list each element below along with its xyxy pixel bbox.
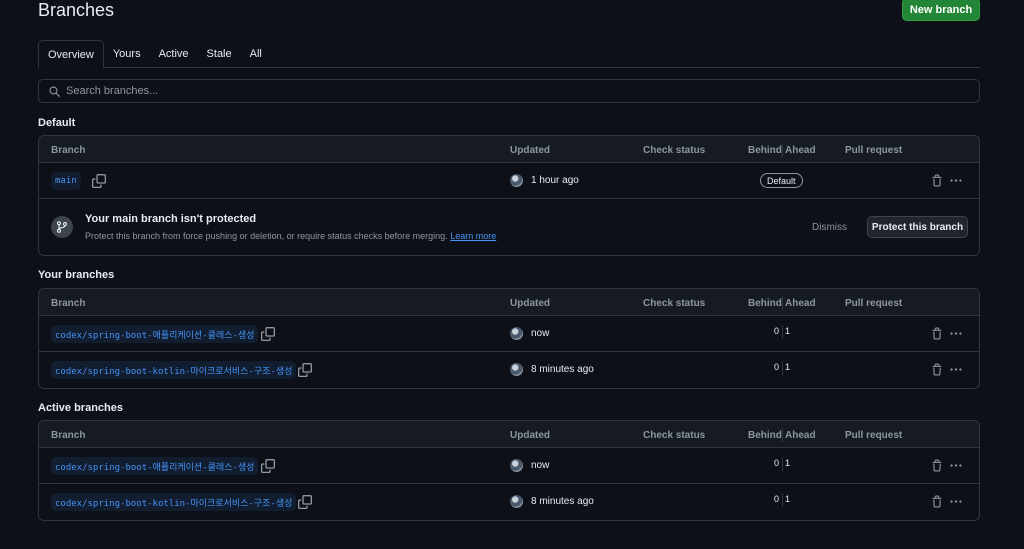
updated-time: now (531, 328, 550, 339)
ahead-behind-divider (782, 325, 783, 339)
col-ahead: Ahead (785, 298, 816, 309)
trash-icon[interactable] (931, 327, 943, 340)
col-check-status: Check status (643, 145, 706, 156)
col-check-status: Check status (643, 298, 706, 309)
tab-all[interactable]: All (241, 40, 271, 68)
active-branches-table: Branch Updated Check status Behind Ahead… (38, 420, 980, 521)
col-behind: Behind (748, 145, 782, 156)
col-pull-request: Pull request (845, 145, 903, 156)
col-updated: Updated (510, 430, 550, 441)
col-behind: Behind (748, 298, 782, 309)
branch-link[interactable]: main (51, 172, 81, 190)
ahead-count: 1 (785, 362, 791, 372)
col-behind: Behind (748, 430, 782, 441)
search-icon (49, 85, 60, 97)
git-branch-icon (51, 216, 73, 238)
protection-description: Protect this branch from force pushing o… (85, 231, 496, 241)
tab-overview[interactable]: Overview (38, 40, 104, 69)
avatar[interactable] (510, 174, 523, 187)
table-row: codex/spring-boot-kotlin-마이크로서비스-구조-생성 8… (39, 352, 979, 388)
protection-banner: Your main branch isn't protected Protect… (39, 199, 979, 255)
table-header: Branch Updated Check status Behind Ahead… (39, 289, 979, 316)
branch-link[interactable]: codex/spring-boot-애플리케이션-클래스-생성 (51, 325, 259, 343)
search-box[interactable] (38, 79, 980, 103)
branch-tabs: Overview Yours Active Stale All (38, 40, 980, 69)
branch-link[interactable]: codex/spring-boot-애플리케이션-클래스-생성 (51, 457, 259, 475)
more-options-icon[interactable] (949, 363, 963, 376)
table-header: Branch Updated Check status Behind Ahead… (39, 136, 979, 163)
trash-icon[interactable] (931, 363, 943, 376)
new-branch-button[interactable]: New branch (902, 0, 980, 21)
col-check-status: Check status (643, 430, 706, 441)
col-updated: Updated (510, 145, 550, 156)
more-options-icon[interactable] (949, 174, 963, 187)
page-title: Branches (38, 0, 115, 20)
copy-icon[interactable] (92, 174, 106, 188)
behind-count: 0 (773, 494, 779, 504)
ahead-count: 1 (785, 494, 791, 504)
table-row: codex/spring-boot-애플리케이션-클래스-생성 now 0 1 (39, 316, 979, 352)
protection-title: Your main branch isn't protected (85, 213, 257, 225)
more-options-icon[interactable] (949, 327, 963, 340)
tab-stale[interactable]: Stale (198, 40, 241, 68)
table-row: main 1 hour ago Default (39, 163, 979, 199)
default-branch-table: Branch Updated Check status Behind Ahead… (38, 135, 980, 256)
col-pull-request: Pull request (845, 430, 903, 441)
copy-icon[interactable] (298, 363, 312, 377)
more-options-icon[interactable] (949, 495, 963, 508)
search-input[interactable] (66, 85, 866, 97)
ahead-behind-divider (782, 493, 783, 507)
behind-count: 0 (773, 326, 779, 336)
col-divider (782, 428, 783, 442)
col-branch: Branch (51, 145, 86, 156)
branch-link[interactable]: codex/spring-boot-kotlin-마이크로서비스-구조-생성 (51, 493, 297, 511)
trash-icon[interactable] (931, 174, 943, 187)
section-title-your-branches: Your branches (38, 269, 115, 281)
updated-time: now (531, 460, 550, 471)
updated-time: 1 hour ago (531, 175, 579, 186)
col-divider (782, 296, 783, 310)
col-branch: Branch (51, 298, 86, 309)
table-row: codex/spring-boot-애플리케이션-클래스-생성 now 0 1 (39, 448, 979, 484)
col-divider (782, 143, 783, 157)
col-ahead: Ahead (785, 145, 816, 156)
col-ahead: Ahead (785, 430, 816, 441)
copy-icon[interactable] (298, 495, 312, 509)
tab-yours[interactable]: Yours (104, 40, 150, 68)
section-title-active-branches: Active branches (38, 402, 123, 414)
avatar[interactable] (510, 363, 523, 376)
protection-text: Protect this branch from force pushing o… (85, 231, 448, 241)
updated-time: 8 minutes ago (531, 364, 594, 375)
your-branches-table: Branch Updated Check status Behind Ahead… (38, 288, 980, 389)
table-row: codex/spring-boot-kotlin-마이크로서비스-구조-생성 8… (39, 484, 979, 520)
avatar[interactable] (510, 459, 523, 472)
trash-icon[interactable] (931, 459, 943, 472)
ahead-count: 1 (785, 458, 791, 468)
avatar[interactable] (510, 327, 523, 340)
avatar[interactable] (510, 495, 523, 508)
default-badge: Default (760, 173, 803, 188)
col-pull-request: Pull request (845, 298, 903, 309)
dismiss-button[interactable]: Dismiss (812, 222, 847, 233)
copy-icon[interactable] (261, 327, 275, 341)
ahead-count: 1 (785, 326, 791, 336)
col-updated: Updated (510, 298, 550, 309)
ahead-behind-divider (782, 361, 783, 375)
more-options-icon[interactable] (949, 459, 963, 472)
section-title-default: Default (38, 117, 76, 129)
copy-icon[interactable] (261, 459, 275, 473)
table-header: Branch Updated Check status Behind Ahead… (39, 421, 979, 448)
trash-icon[interactable] (931, 495, 943, 508)
branch-link[interactable]: codex/spring-boot-kotlin-마이크로서비스-구조-생성 (51, 361, 297, 379)
behind-count: 0 (773, 362, 779, 372)
updated-time: 8 minutes ago (531, 496, 594, 507)
protect-branch-button[interactable]: Protect this branch (867, 216, 968, 238)
col-branch: Branch (51, 430, 86, 441)
ahead-behind-divider (782, 457, 783, 471)
behind-count: 0 (773, 458, 779, 468)
tab-active[interactable]: Active (150, 40, 198, 68)
learn-more-link[interactable]: Learn more (450, 231, 496, 241)
